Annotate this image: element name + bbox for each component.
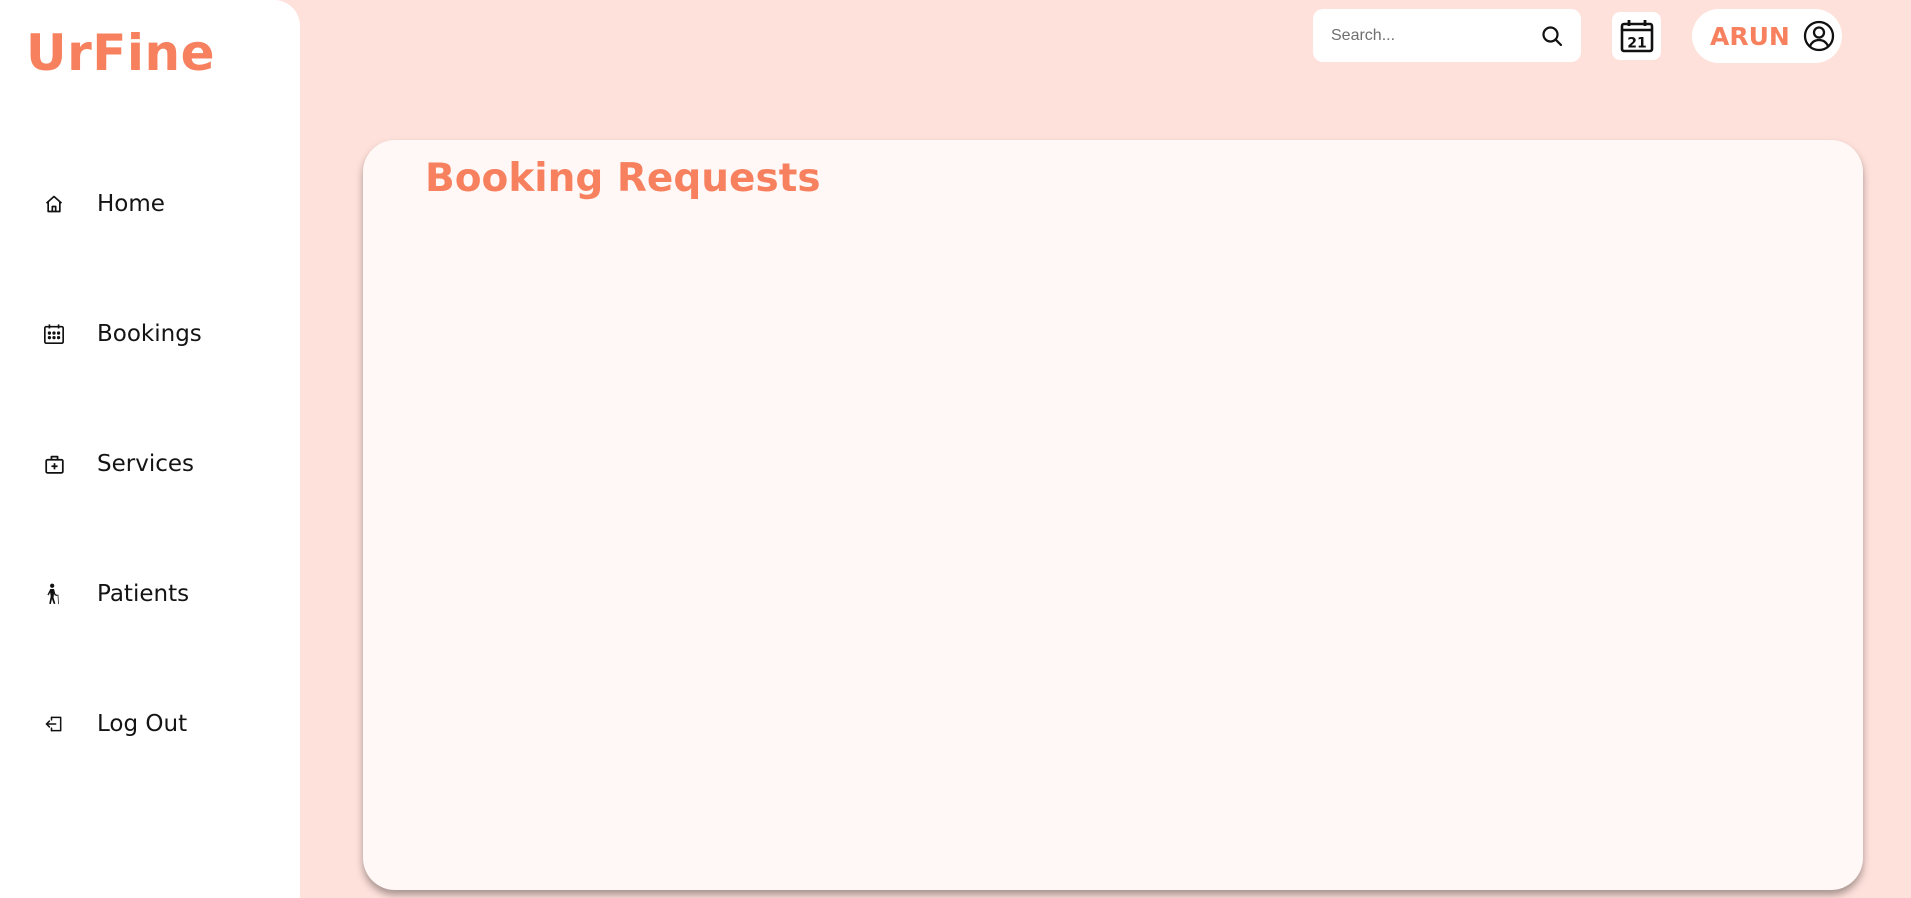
search-icon[interactable] bbox=[1538, 22, 1565, 49]
logout-icon bbox=[40, 710, 68, 738]
sidebar-item-label: Patients bbox=[97, 581, 190, 607]
sidebar-item-label: Bookings bbox=[97, 321, 202, 347]
calendar-grid-icon bbox=[40, 320, 68, 348]
sidebar: UrFine Home Bookings Services Patients L… bbox=[0, 0, 300, 898]
booking-requests-panel: Booking Requests bbox=[363, 140, 1863, 890]
calendar-day-number: 21 bbox=[1627, 36, 1646, 52]
medical-bag-icon bbox=[40, 450, 68, 478]
sidebar-item-services[interactable]: Services bbox=[40, 434, 280, 494]
sidebar-item-label: Home bbox=[97, 191, 165, 217]
home-icon bbox=[40, 190, 68, 218]
sidebar-item-home[interactable]: Home bbox=[40, 174, 280, 234]
page-title: Booking Requests bbox=[425, 156, 821, 201]
calendar-button[interactable]: 21 bbox=[1612, 12, 1661, 60]
user-avatar-icon bbox=[1802, 19, 1836, 53]
calendar-icon: 21 bbox=[1620, 20, 1653, 53]
elderly-person-icon bbox=[40, 580, 68, 608]
brand-logo[interactable]: UrFine bbox=[26, 24, 215, 82]
search-input[interactable] bbox=[1331, 26, 1531, 45]
app-root: UrFine Home Bookings Services Patients L… bbox=[0, 0, 1911, 898]
user-menu[interactable]: ARUN bbox=[1692, 9, 1842, 63]
sidebar-item-bookings[interactable]: Bookings bbox=[40, 304, 280, 364]
sidebar-item-logout[interactable]: Log Out bbox=[40, 694, 280, 754]
sidebar-item-patients[interactable]: Patients bbox=[40, 564, 280, 624]
sidebar-item-label: Services bbox=[97, 451, 194, 477]
search-box bbox=[1313, 9, 1581, 62]
user-name: ARUN bbox=[1710, 21, 1790, 51]
sidebar-item-label: Log Out bbox=[97, 711, 188, 737]
